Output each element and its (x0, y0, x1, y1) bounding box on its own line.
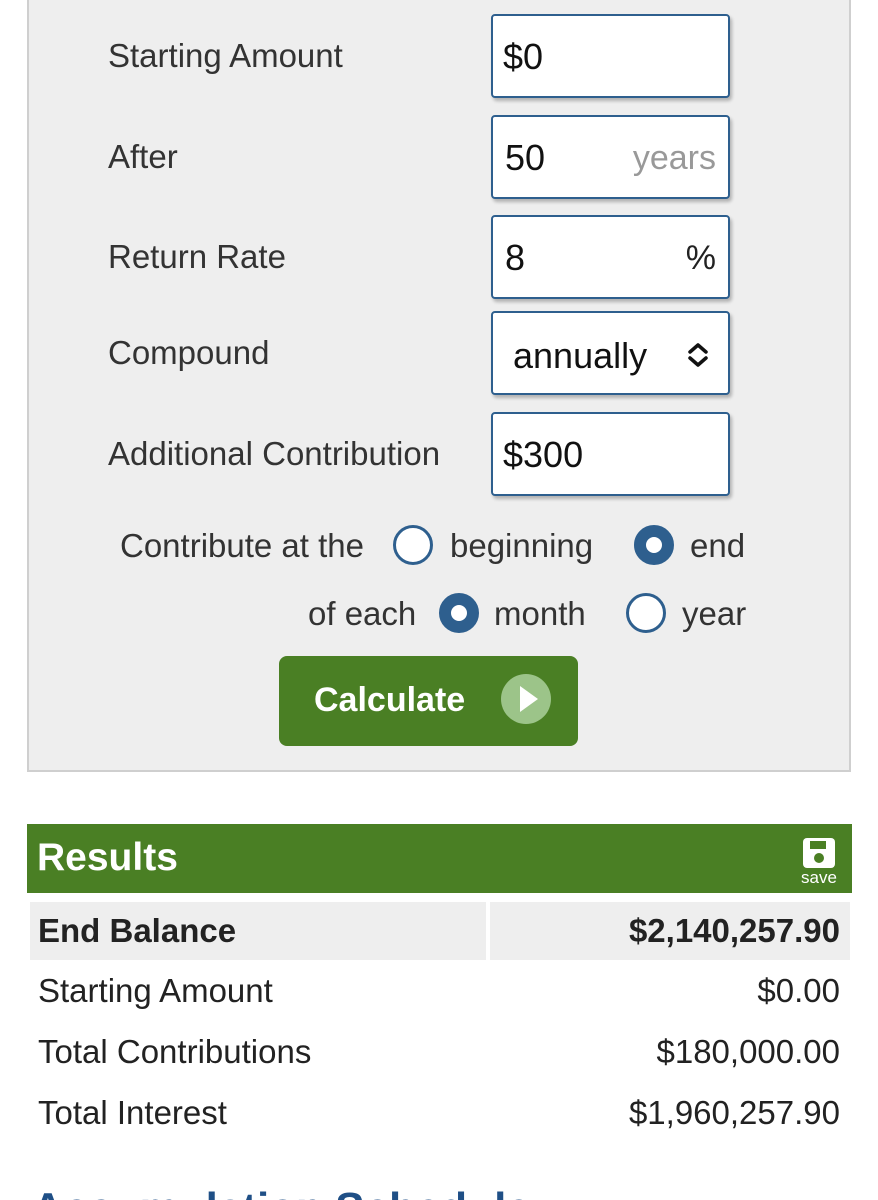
additional-contribution-value: $300 (503, 434, 584, 475)
years-input[interactable]: 50 years (491, 115, 730, 199)
radio-month-label[interactable]: month (494, 595, 586, 633)
years-value: 50 (505, 137, 546, 178)
starting-amount-label: Starting Amount (108, 37, 343, 74)
additional-contribution-label: Additional Contribution (108, 435, 441, 472)
calculate-button-label: Calculate (314, 681, 466, 719)
radio-month[interactable] (439, 593, 479, 633)
accumulation-schedule-heading: Accumulation Schedule (32, 1180, 632, 1200)
save-icon (803, 838, 835, 868)
result-row-starting-amount: Starting Amount $0.00 (30, 964, 850, 1022)
contribute-timing-label: Contribute at the (120, 527, 364, 564)
compound-selected-value: annually (513, 335, 648, 376)
percent-unit: % (685, 239, 716, 277)
result-label: Total Contributions (38, 1033, 312, 1070)
result-row-total-contributions: Total Contributions $180,000.00 (30, 1025, 850, 1083)
result-value: $0.00 (757, 972, 840, 1009)
radio-end[interactable] (634, 525, 674, 565)
result-label: End Balance (38, 912, 237, 949)
starting-amount-value: $0 (503, 36, 544, 77)
result-row-total-interest: Total Interest $1,960,257.90 (30, 1086, 850, 1144)
contribute-frequency-label: of each (308, 595, 417, 632)
results-title: Results (37, 836, 178, 879)
result-value: $1,960,257.90 (628, 1094, 840, 1131)
result-row-end-balance: End Balance $2,140,257.90 (30, 902, 850, 960)
radio-year[interactable] (626, 593, 666, 633)
chevron-up-down-icon (688, 343, 708, 367)
return-rate-input[interactable]: 8 % (491, 215, 730, 299)
save-label: save (801, 868, 837, 887)
starting-amount-input[interactable]: $0 (491, 14, 730, 98)
return-rate-label: Return Rate (108, 238, 286, 275)
return-rate-value: 8 (505, 237, 526, 278)
calculate-button[interactable]: Calculate (279, 656, 578, 746)
result-value: $2,140,257.90 (628, 912, 840, 949)
accumulation-schedule-title: Accumulation Schedule (32, 1184, 531, 1200)
years-unit: years (632, 139, 716, 177)
radio-beginning[interactable] (393, 525, 433, 565)
result-label: Total Interest (38, 1094, 227, 1131)
results-header: Results save (27, 824, 852, 893)
save-button[interactable]: save (796, 837, 842, 886)
additional-contribution-input[interactable]: $300 (491, 412, 730, 496)
compound-label: Compound (108, 334, 270, 371)
play-icon (501, 674, 551, 724)
radio-end-label[interactable]: end (690, 527, 745, 565)
after-label: After (108, 138, 178, 175)
radio-year-label[interactable]: year (682, 595, 746, 633)
result-value: $180,000.00 (656, 1033, 840, 1070)
result-label: Starting Amount (38, 972, 273, 1009)
radio-beginning-label[interactable]: beginning (450, 527, 593, 565)
compound-select[interactable]: annually (491, 311, 730, 395)
